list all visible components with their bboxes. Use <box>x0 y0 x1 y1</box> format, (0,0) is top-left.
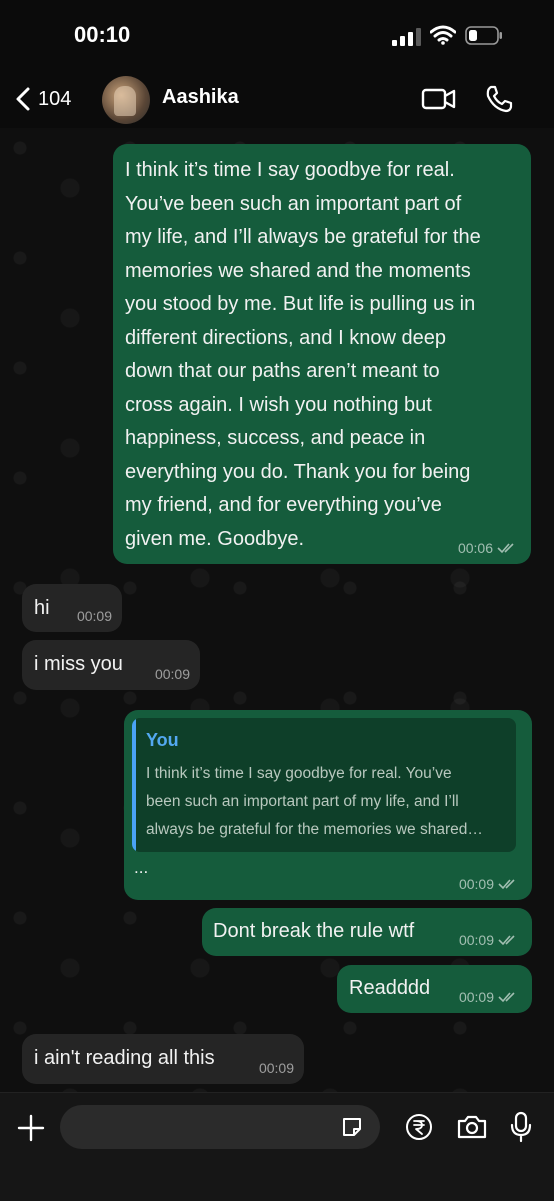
video-call-icon[interactable] <box>421 86 457 112</box>
contact-name[interactable]: Aashika <box>162 86 239 109</box>
status-bar: 00:10 <box>0 0 554 72</box>
message-line: happiness, success, and peace in <box>125 427 426 449</box>
chat-area[interactable]: I think it’s time I say goodbye for real… <box>0 128 554 1092</box>
message-text: Dont break the rule wtf <box>213 920 415 942</box>
message-time: 00:09 <box>154 666 190 682</box>
quote-text: I think it’s time I say goodbye for real… <box>146 760 506 844</box>
message-line: everything you do. Thank you for being <box>125 460 471 483</box>
message-line: different directions, and I know deep <box>125 326 446 349</box>
phone-icon[interactable] <box>484 84 514 114</box>
chevron-left-icon <box>16 87 30 111</box>
message-time: 00:09 <box>458 932 494 948</box>
incoming-message[interactable]: hi 00:09 <box>22 584 122 632</box>
message-time: 00:09 <box>458 876 494 892</box>
message-time: 00:09 <box>458 989 494 1005</box>
incoming-message[interactable]: i miss you 00:09 <box>22 640 200 690</box>
message-line: my friend, and for everything you’ve <box>125 494 442 516</box>
message-line: memories we shared and the moments <box>125 259 471 282</box>
message-meta: 00:09 <box>77 608 112 624</box>
message-meta: 00:09 <box>155 666 190 682</box>
outgoing-message[interactable]: I think it’s time I say goodbye for real… <box>113 144 531 564</box>
back-button[interactable]: 104 <box>14 84 71 114</box>
sticker-icon[interactable] <box>340 1115 364 1139</box>
message-input[interactable] <box>60 1105 380 1149</box>
message-text: i miss you <box>34 653 123 675</box>
message-time: 00:09 <box>258 1060 294 1076</box>
quote-line: I think it’s time I say goodbye for real… <box>146 765 452 782</box>
wifi-icon <box>430 25 456 45</box>
battery-icon <box>465 26 502 45</box>
camera-icon[interactable] <box>456 1113 488 1141</box>
outgoing-reply-message[interactable]: You I think it’s time I say goodbye for … <box>124 710 532 900</box>
quote-line: always be grateful for the memories we s… <box>146 821 483 838</box>
quote-accent-bar <box>132 718 136 852</box>
plus-icon[interactable] <box>16 1113 46 1143</box>
message-line: cross again. I wish you nothing but <box>125 393 432 416</box>
message-line: given me. Goodbye. <box>125 527 304 550</box>
message-input-bar <box>0 1092 554 1201</box>
double-tick-icon <box>498 935 515 946</box>
quote-author: You <box>146 730 179 750</box>
message-line: my life, and I’ll always be grateful for… <box>125 226 481 248</box>
status-time: 00:10 <box>74 22 131 47</box>
message-meta: 00:09 <box>459 989 520 1005</box>
message-meta: 00:09 <box>459 876 520 892</box>
chat-header: 104 Aashika <box>0 72 554 128</box>
message-time: 00:09 <box>76 608 112 624</box>
message-text: Readddd <box>349 977 431 999</box>
message-meta: 00:06 <box>458 540 519 556</box>
cellular-signal-icon <box>392 28 421 46</box>
message-line: down that our paths aren’t meant to <box>125 360 440 382</box>
message-text: i ain't reading all this <box>34 1047 215 1069</box>
outgoing-message[interactable]: Readddd 00:09 <box>337 965 532 1013</box>
message-text: ... <box>134 858 149 877</box>
double-tick-icon <box>498 879 515 890</box>
unread-count: 104 <box>38 87 72 110</box>
message-text: hi <box>34 597 50 619</box>
message-meta: 00:09 <box>459 932 520 948</box>
incoming-message[interactable]: i ain't reading all this 00:09 <box>22 1034 304 1084</box>
microphone-icon[interactable] <box>510 1111 532 1143</box>
quote-line: been such an important part of my life, … <box>146 793 459 810</box>
message-meta: 00:09 <box>259 1060 294 1076</box>
message-line: I think it’s time I say goodbye for real… <box>125 159 455 181</box>
quoted-message[interactable]: You I think it’s time I say goodbye for … <box>132 718 516 852</box>
message-time: 00:06 <box>457 540 493 556</box>
rupee-icon[interactable] <box>405 1113 433 1141</box>
outgoing-message[interactable]: Dont break the rule wtf 00:09 <box>202 908 532 956</box>
message-line: you stood by me. But life is pulling us … <box>125 293 476 315</box>
message-line: You’ve been such an important part of <box>125 192 462 215</box>
avatar[interactable] <box>102 76 150 124</box>
double-tick-icon <box>498 992 515 1003</box>
double-tick-icon <box>497 543 514 554</box>
